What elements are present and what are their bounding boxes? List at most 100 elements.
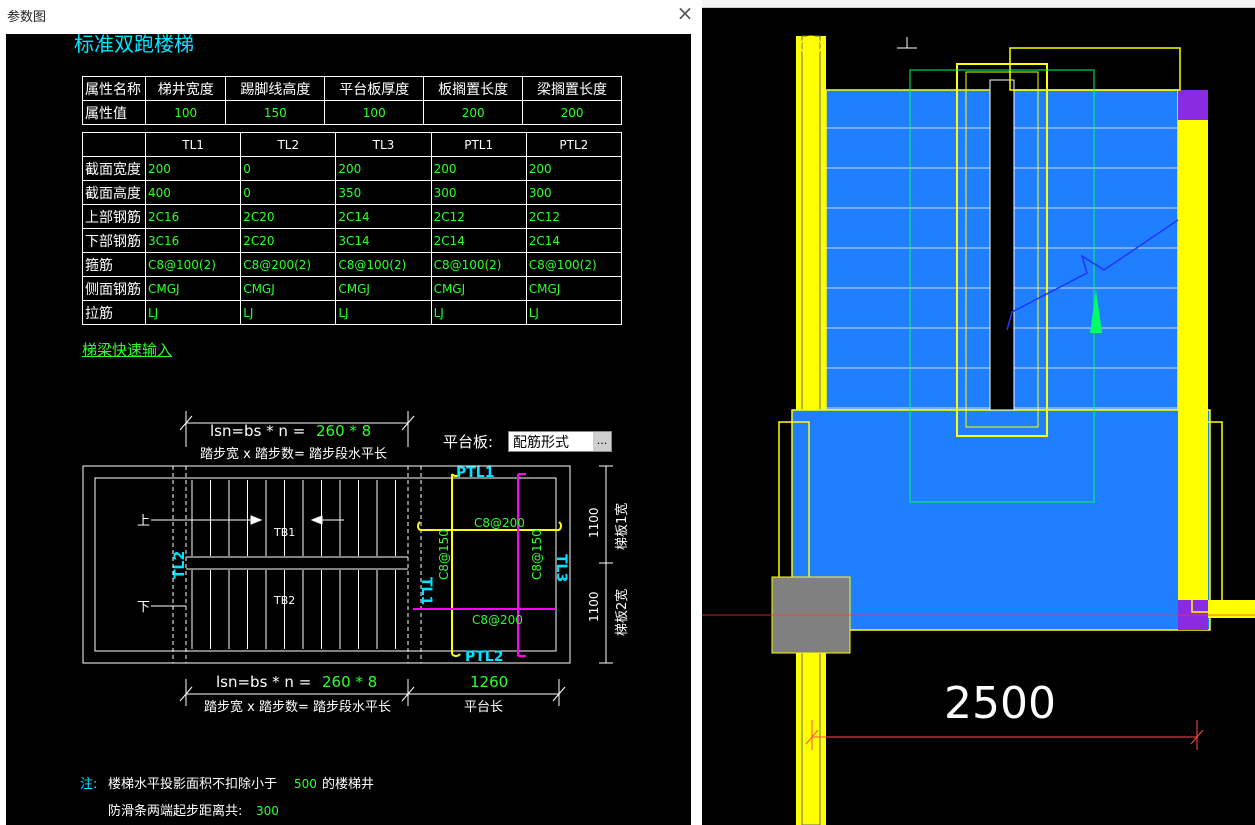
pane-divider bbox=[691, 30, 702, 825]
platform-rebar-select[interactable]: 配筋形式 ... bbox=[508, 431, 612, 452]
beam-row-label: 箍筋 bbox=[82, 252, 146, 277]
rebar-bottom-label: C8@200 bbox=[472, 613, 523, 627]
beam-value-cell[interactable]: 2C12 bbox=[525, 204, 623, 229]
beam-row-label: 下部钢筋 bbox=[82, 228, 146, 253]
beam-value-cell[interactable]: 2C14 bbox=[525, 228, 623, 253]
parameter-dialog: 参数图 × 标准双跑楼梯 属性名称 梯井宽度 踢脚线高度 平台板厚度 板搁置长度… bbox=[0, 0, 702, 825]
attr-row-label: 属性值 bbox=[82, 100, 146, 125]
slab1-width-label: 梯板1宽 bbox=[614, 503, 630, 550]
bottom-formula-values: 260 * 8 bbox=[322, 673, 377, 691]
note-line2-value: 300 bbox=[256, 804, 279, 818]
beam-value-cell[interactable]: 200 bbox=[525, 156, 623, 181]
beam-row-label: 上部钢筋 bbox=[82, 204, 146, 229]
platform-select-value: 配筋形式 bbox=[513, 435, 569, 451]
beam-value-cell[interactable]: 2C14 bbox=[335, 204, 432, 229]
attr-value-cell[interactable]: 100 bbox=[324, 100, 425, 125]
beam-table-row: 截面高度 400 0 350 300 300 bbox=[82, 180, 623, 205]
tl1-label: TL1 bbox=[418, 577, 434, 605]
rebar-right-label: C8@150 bbox=[530, 529, 544, 580]
beam-value-cell[interactable]: 2C20 bbox=[240, 204, 337, 229]
beam-value-cell[interactable]: LJ bbox=[144, 300, 242, 325]
down-label: 下 bbox=[137, 600, 150, 615]
beam-column-header: PTL2 bbox=[525, 132, 623, 157]
dim-1100-b: 1100 bbox=[587, 591, 601, 622]
attr-header-cell: 梯井宽度 bbox=[144, 76, 227, 101]
top-dimension bbox=[179, 411, 415, 447]
top-formula-caption: 踏步宽 x 踏步数= 踏步段水平长 bbox=[200, 446, 387, 462]
rebar-top-label: C8@200 bbox=[474, 516, 525, 530]
note-line2-a: 防滑条两端起步距离共: bbox=[108, 803, 242, 819]
beam-value-cell[interactable]: CMGJ bbox=[240, 276, 337, 301]
beam-value-cell[interactable]: C8@100(2) bbox=[335, 252, 432, 277]
beam-row-label: 截面高度 bbox=[82, 180, 146, 205]
top-formula-values: 260 * 8 bbox=[316, 422, 371, 440]
beam-row-label: 拉筋 bbox=[82, 300, 146, 325]
ellipsis-button[interactable]: ... bbox=[593, 432, 611, 451]
beam-value-cell[interactable]: 400 bbox=[144, 180, 242, 205]
tb2-label: TB2 bbox=[273, 594, 295, 607]
cad-dimension-text: 2500 bbox=[944, 678, 1056, 729]
beam-value-cell[interactable]: 2C16 bbox=[144, 204, 242, 229]
beam-value-cell[interactable]: 300 bbox=[430, 180, 527, 205]
beam-value-cell[interactable]: LJ bbox=[335, 300, 432, 325]
beam-value-cell[interactable]: LJ bbox=[525, 300, 623, 325]
platform-label: 平台板: bbox=[443, 433, 494, 451]
cad-viewport[interactable]: 1 2500 bbox=[702, 0, 1255, 825]
beam-value-cell[interactable]: C8@100(2) bbox=[525, 252, 623, 277]
beam-value-cell[interactable]: 0 bbox=[240, 180, 337, 205]
parameter-drawing-canvas: 标准双跑楼梯 属性名称 梯井宽度 踢脚线高度 平台板厚度 板搁置长度 梁搁置长度… bbox=[6, 32, 691, 825]
beam-value-cell[interactable]: 3C14 bbox=[335, 228, 432, 253]
attr-header-cell: 梁搁置长度 bbox=[522, 76, 622, 101]
beam-value-cell[interactable]: 3C16 bbox=[144, 228, 242, 253]
beam-value-cell[interactable]: 2C20 bbox=[240, 228, 337, 253]
beam-header-row: TL1 TL2 TL3 PTL1 PTL2 bbox=[82, 132, 623, 157]
beam-column-header: TL3 bbox=[335, 132, 432, 157]
beam-quick-input-link[interactable]: 梯梁快速输入 bbox=[82, 339, 172, 360]
beam-value-cell[interactable]: 200 bbox=[144, 156, 242, 181]
tl2-label: TL2 bbox=[172, 551, 188, 579]
attr-header-cell: 属性名称 bbox=[82, 76, 146, 101]
right-dimension bbox=[599, 465, 613, 664]
beam-value-cell[interactable]: C8@100(2) bbox=[430, 252, 527, 277]
beam-value-cell[interactable]: CMGJ bbox=[430, 276, 527, 301]
bottom-dimension bbox=[179, 679, 566, 706]
slab2-width-label: 梯板2宽 bbox=[614, 589, 630, 636]
beam-value-cell[interactable]: 200 bbox=[430, 156, 527, 181]
beam-value-cell[interactable]: 300 bbox=[525, 180, 623, 205]
ptl2-label: PTL2 bbox=[465, 649, 503, 665]
beam-column-header: TL1 bbox=[144, 132, 242, 157]
beam-value-cell[interactable]: C8@200(2) bbox=[240, 252, 337, 277]
note-line1-b: 的楼梯井 bbox=[322, 776, 374, 792]
attr-value-cell[interactable]: 200 bbox=[423, 100, 524, 125]
beam-value-cell[interactable]: 350 bbox=[335, 180, 432, 205]
stair-type-heading: 标准双跑楼梯 bbox=[74, 32, 194, 56]
beam-value-cell[interactable]: 0 bbox=[240, 156, 337, 181]
platform-length-value: 1260 bbox=[470, 673, 508, 691]
close-icon[interactable]: × bbox=[672, 2, 698, 26]
beam-table-row: 箍筋 C8@100(2) C8@200(2) C8@100(2) C8@100(2) C8… bbox=[82, 252, 623, 277]
attr-header-cell: 平台板厚度 bbox=[324, 76, 425, 101]
beam-value-cell[interactable]: LJ bbox=[240, 300, 337, 325]
beam-header-empty bbox=[82, 132, 146, 157]
beam-value-cell[interactable]: CMGJ bbox=[525, 276, 623, 301]
top-formula-prefix: lsn=bs * n = bbox=[210, 422, 305, 440]
attribute-value-row: 属性值 100 150 100 200 200 bbox=[82, 100, 622, 125]
beam-row-label: 侧面钢筋 bbox=[82, 276, 146, 301]
beam-value-cell[interactable]: 2C12 bbox=[430, 204, 527, 229]
dialog-title: 参数图 bbox=[7, 10, 47, 25]
beam-value-cell[interactable]: 2C14 bbox=[430, 228, 527, 253]
beam-column-header: TL2 bbox=[240, 132, 337, 157]
dialog-titlebar: 参数图 × bbox=[0, 0, 702, 30]
beam-table-row: 拉筋 LJ LJ LJ LJ LJ bbox=[82, 300, 623, 325]
beam-value-cell[interactable]: CMGJ bbox=[144, 276, 242, 301]
attr-value-cell[interactable]: 100 bbox=[144, 100, 227, 125]
beam-value-cell[interactable]: LJ bbox=[430, 300, 527, 325]
axis-label: 1 bbox=[807, 40, 815, 54]
attribute-table: 属性名称 梯井宽度 踢脚线高度 平台板厚度 板搁置长度 梁搁置长度 属性值 10… bbox=[82, 76, 622, 125]
beam-table-row: 下部钢筋 3C16 2C20 3C14 2C14 2C14 bbox=[82, 228, 623, 253]
beam-value-cell[interactable]: 200 bbox=[335, 156, 432, 181]
attr-value-cell[interactable]: 200 bbox=[522, 100, 622, 125]
attr-value-cell[interactable]: 150 bbox=[225, 100, 326, 125]
beam-value-cell[interactable]: C8@100(2) bbox=[144, 252, 242, 277]
beam-value-cell[interactable]: CMGJ bbox=[335, 276, 432, 301]
